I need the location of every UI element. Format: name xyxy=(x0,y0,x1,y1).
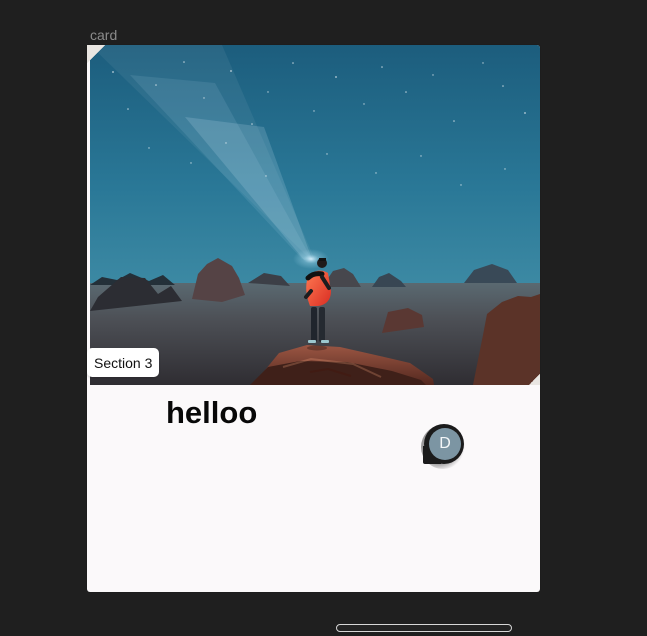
card-corner-bottom-right xyxy=(529,374,540,385)
horizontal-scrollbar[interactable] xyxy=(336,624,512,632)
section-chip[interactable]: Section 3 xyxy=(87,348,160,377)
card-corner-top-left xyxy=(87,45,105,63)
frame-label: card xyxy=(90,27,118,43)
card-image xyxy=(90,45,540,385)
card-title: helloo xyxy=(166,395,258,430)
card[interactable] xyxy=(87,45,540,592)
avatar-button[interactable]: D xyxy=(421,424,465,469)
avatar-initial: D xyxy=(439,435,451,452)
avatar: D xyxy=(429,428,461,460)
section-chip-label: Section 3 xyxy=(94,354,153,371)
canvas-page: card Section 3 helloo D xyxy=(0,0,647,636)
